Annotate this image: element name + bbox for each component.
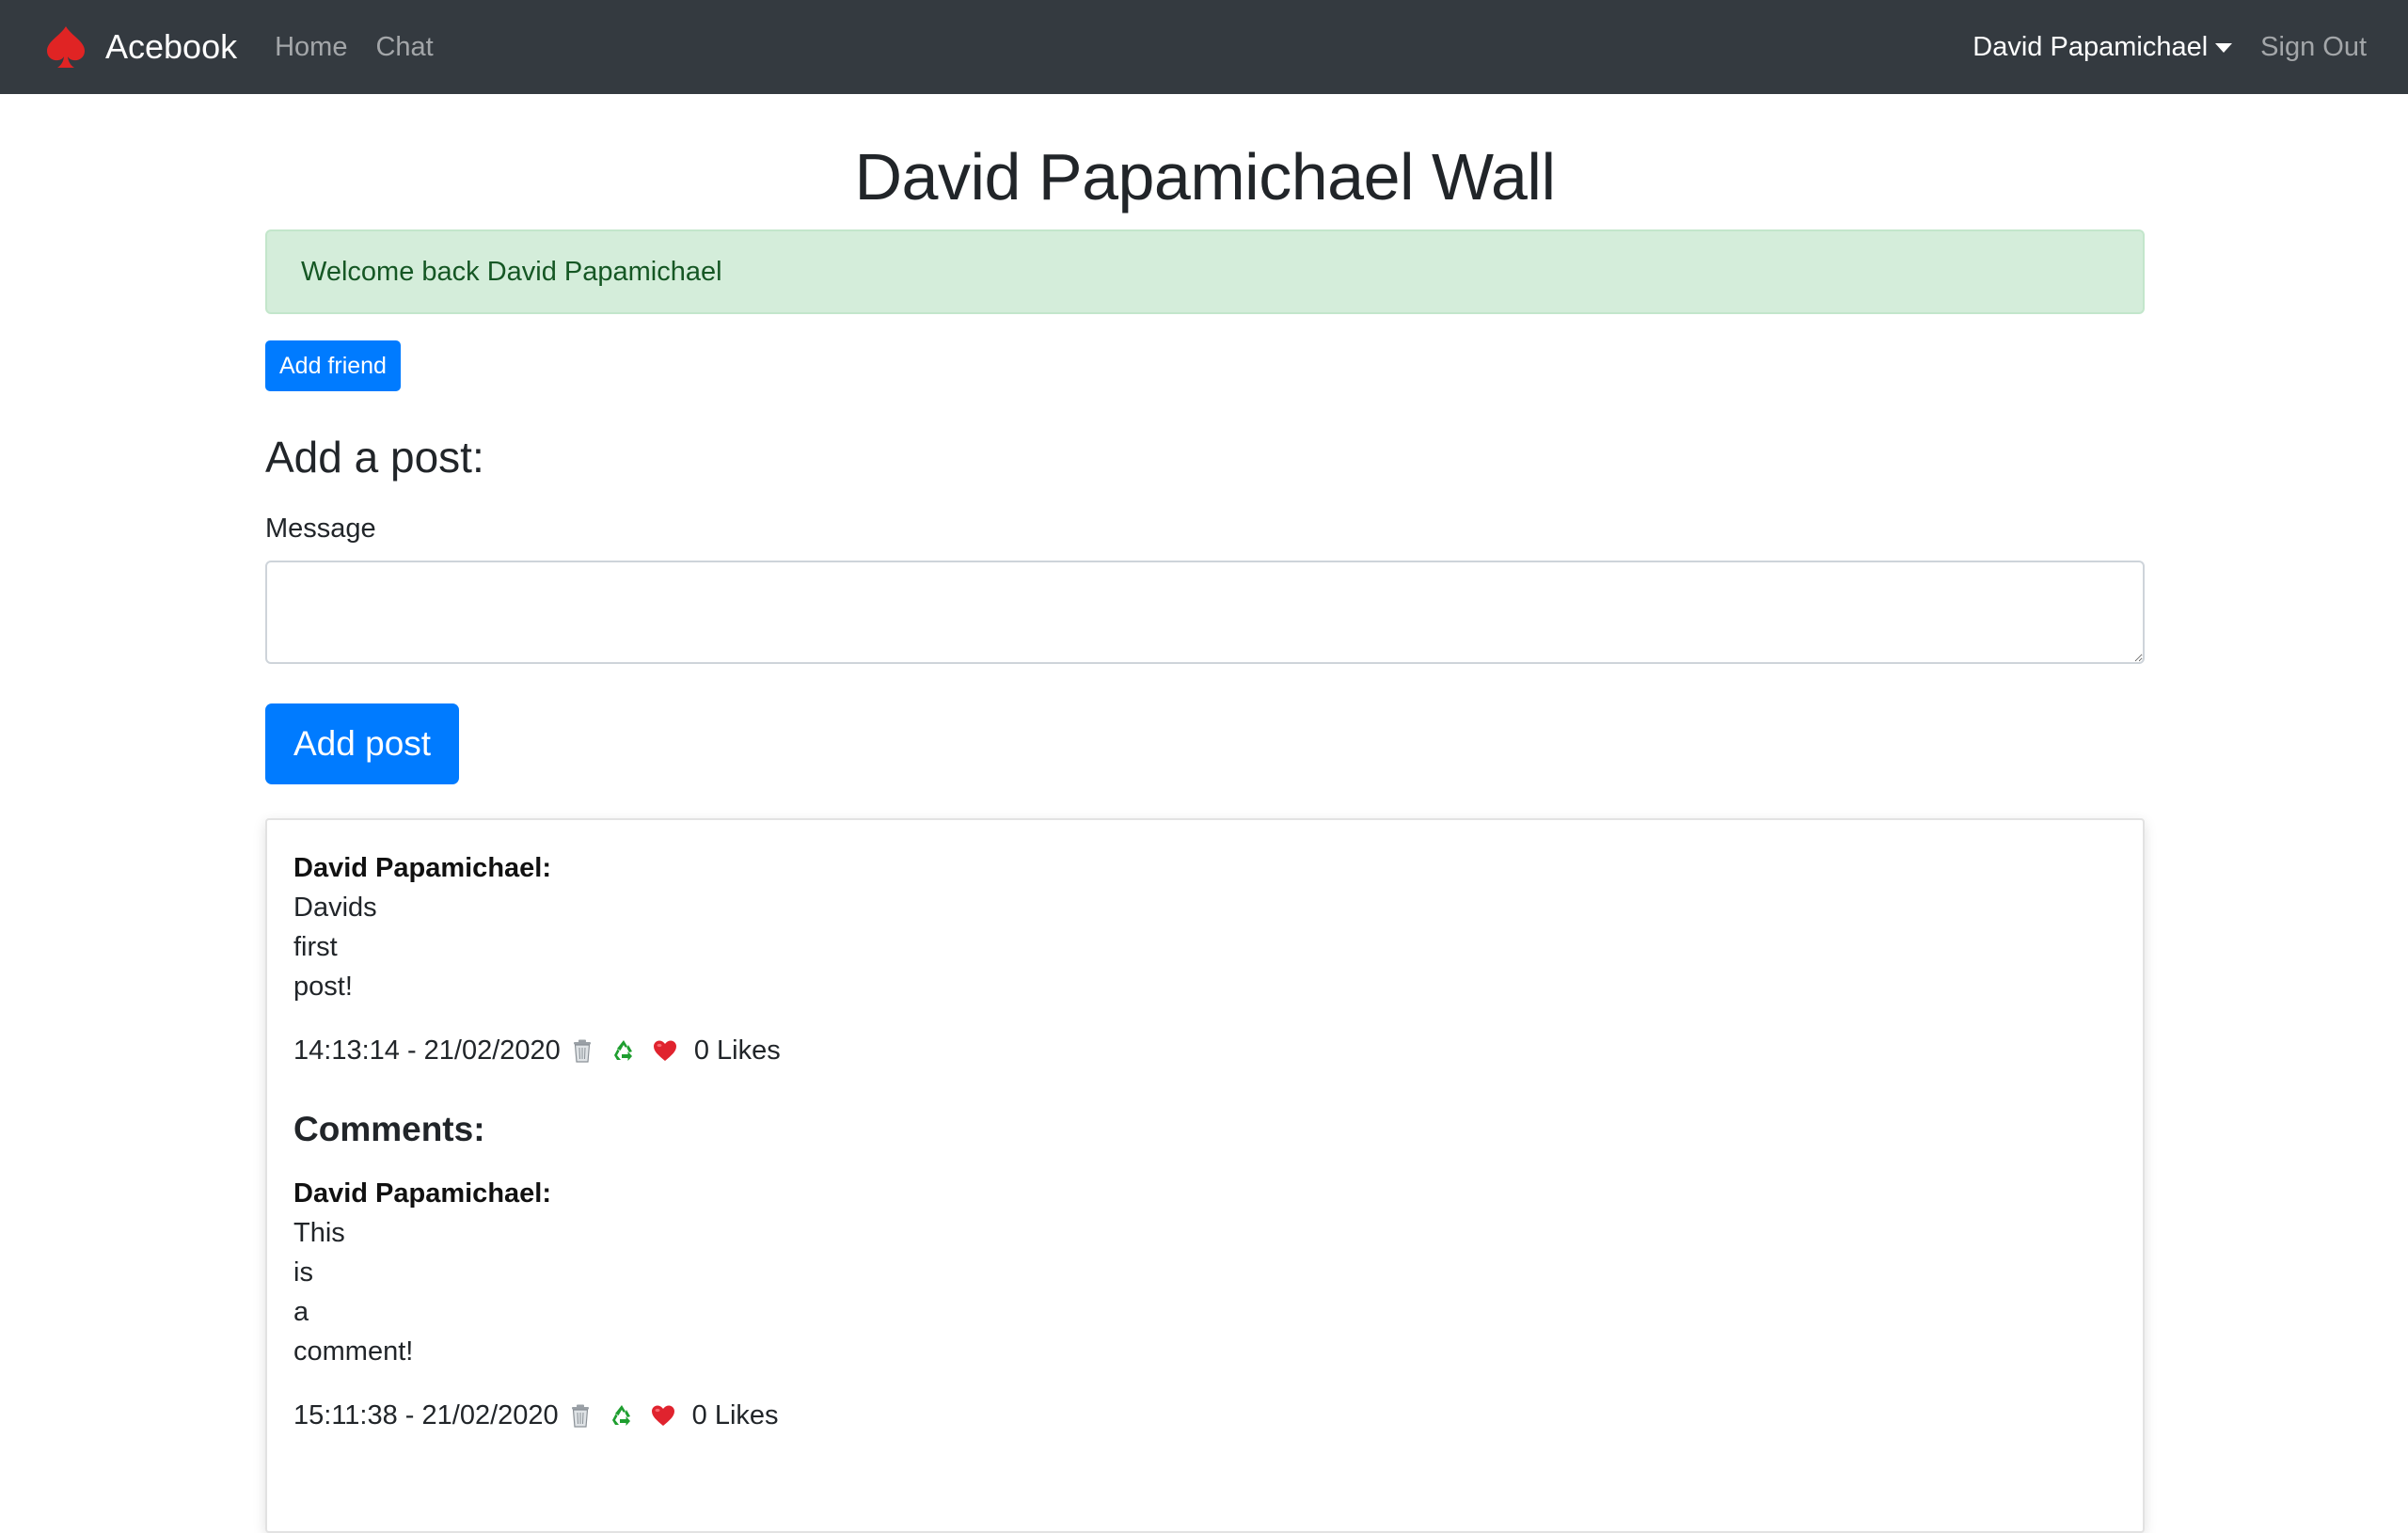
user-dropdown[interactable]: David Papamichael [1972,31,2233,63]
post-likes: 0 Likes [693,1035,781,1066]
trash-icon[interactable] [566,1401,594,1430]
user-name: David Papamichael [1972,31,2209,62]
post-meta: 14:13:14 - 21/02/2020 0 Likes [293,1031,2116,1070]
post-card: David Papamichael: Davids first post! 14… [265,818,2145,1533]
post-message-line: Davids [293,893,377,923]
nav-link-chat[interactable]: Chat [375,32,433,63]
comment: David Papamichael: This is a comment! 15… [293,1174,2116,1435]
add-post-button[interactable]: Add post [265,703,460,784]
welcome-alert: Welcome back David Papamichael [265,229,2145,314]
comment-likes: 0 Likes [691,1400,779,1430]
comment-message-line: This [293,1218,345,1248]
add-post-heading: Add a post: [265,433,484,482]
comments-heading: Comments: [293,1110,485,1148]
trash-icon[interactable] [568,1036,596,1065]
heart-icon[interactable] [651,1036,679,1065]
comment-message-line: is [293,1257,313,1288]
welcome-alert-text: Welcome back David Papamichael [301,256,722,287]
post-author: David Papamichael: [293,853,551,883]
page-title: David Papamichael Wall [854,140,1556,213]
brand[interactable]: Acebook [41,23,237,71]
add-friend-button[interactable]: Add friend [265,340,401,391]
main-container: David Papamichael Wall Welcome back Davi… [265,94,2145,784]
post-message-line: post! [293,972,353,1002]
nav-right: David Papamichael Sign Out [1972,32,2367,63]
comment-author: David Papamichael: [293,1178,551,1209]
recycle-icon[interactable] [608,1401,636,1430]
post-timestamp: 14:13:14 - 21/02/2020 [293,1035,561,1066]
message-textarea[interactable] [265,561,2145,664]
heart-icon[interactable] [649,1401,677,1430]
sign-out-link[interactable]: Sign Out [2260,32,2367,63]
spade-icon [47,26,85,68]
recycle-icon[interactable] [610,1036,638,1065]
nav-link-home[interactable]: Home [275,32,347,63]
top-navbar: Acebook Home Chat David Papamichael Sign… [0,0,2408,94]
comment-timestamp: 15:11:38 - 21/02/2020 [293,1400,559,1430]
message-label: Message [265,514,376,544]
chevron-down-icon [2215,43,2233,53]
brand-name: Acebook [105,27,238,66]
comment-message-line: comment! [293,1336,414,1367]
post-message-line: first [293,932,338,962]
comment-message-line: a [293,1297,309,1327]
comment-meta: 15:11:38 - 21/02/2020 0 Likes [293,1396,2116,1435]
